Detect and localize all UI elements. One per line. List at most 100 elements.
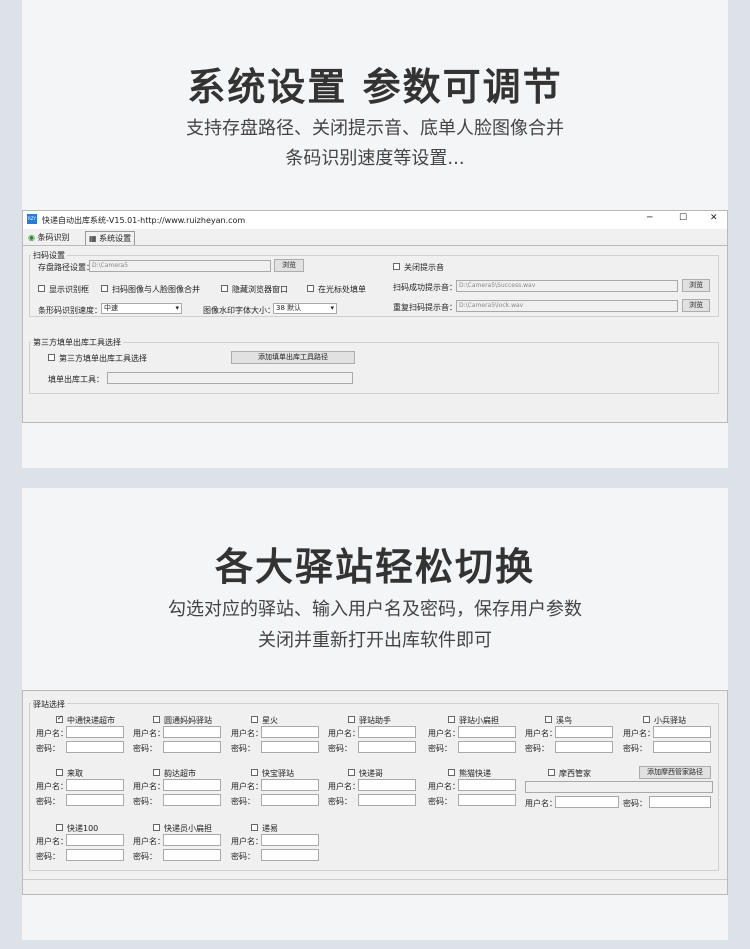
station-user-label: 用户名： (231, 729, 263, 738)
maximize-button[interactable]: ☐ (679, 213, 687, 223)
station-user-label: 用户名： (428, 729, 460, 738)
save-path-input[interactable]: D:\Camera5 (89, 260, 271, 272)
station-user-label: 用户名： (36, 729, 68, 738)
station-pwd-input[interactable] (66, 794, 124, 806)
station-pwd-input[interactable] (163, 849, 221, 861)
station-pwd-input[interactable] (261, 849, 319, 861)
settings-icon: ▦ (89, 234, 100, 243)
station-checkbox[interactable]: 圆通妈妈驿站 (153, 715, 212, 726)
station-user-label: 用户名： (36, 837, 68, 846)
station-user-input[interactable] (261, 779, 319, 791)
app-logo: RZY (27, 214, 37, 224)
status-bar (23, 879, 727, 880)
station-checkbox[interactable]: 递易 (251, 823, 278, 834)
station-user-input[interactable] (358, 726, 416, 738)
station-user-input[interactable] (163, 779, 221, 791)
station-pwd-input[interactable] (555, 741, 613, 753)
station-window: 驿站选择 中通快递超市用户名： 密码： 圆通妈妈驿站用户名： 密码： 星火用户名： 密码：… (22, 690, 728, 895)
third-tool-input[interactable] (107, 372, 353, 384)
success-tone-label: 扫码成功提示音： (393, 283, 457, 292)
mochi-pwd-input[interactable] (649, 796, 711, 808)
station-checkbox[interactable]: 小兵驿站 (643, 715, 686, 726)
settings-window: RZY 快递自动出库系统-V15.01-http://www.ruizheyan… (22, 210, 728, 423)
station-pwd-label: 密码： (36, 744, 60, 753)
tab-divider (23, 245, 727, 246)
station-checkbox[interactable]: 驿站小扁担 (448, 715, 499, 726)
station-user-input[interactable] (458, 726, 516, 738)
repeat-tone-browse-button[interactable]: 浏览 (682, 299, 710, 312)
repeat-tone-input[interactable]: D:\Camera5\lock.wav (456, 300, 678, 312)
station-user-label: 用户名： (133, 782, 165, 791)
station-user-input[interactable] (261, 834, 319, 846)
mochi-user-label: 用户名： (525, 799, 557, 808)
station-pwd-label: 密码： (133, 797, 157, 806)
station-pwd-input[interactable] (66, 849, 124, 861)
station-user-input[interactable] (163, 726, 221, 738)
save-path-browse-button[interactable]: 浏览 (274, 259, 304, 272)
station-user-input[interactable] (66, 834, 124, 846)
station-pwd-input[interactable] (261, 794, 319, 806)
station-user-label: 用户名： (133, 729, 165, 738)
station-checkbox[interactable]: 熊猫快递 (448, 768, 491, 779)
tab-settings[interactable]: ▦ 系统设置 (85, 231, 136, 245)
mochi-pwd-label: 密码： (623, 799, 647, 808)
station-checkbox[interactable]: 驿站助手 (348, 715, 391, 726)
close-tone-checkbox[interactable]: 关闭提示音 (393, 262, 444, 273)
station-pwd-input[interactable] (163, 741, 221, 753)
mochi-path-input[interactable] (525, 781, 713, 793)
success-tone-browse-button[interactable]: 浏览 (682, 279, 710, 292)
cursor-fill-checkbox[interactable]: 在光标处填单 (307, 284, 366, 295)
panel-subtitle-1: 支持存盘路径、关闭提示音、底单人脸图像合并 (186, 118, 564, 139)
merge-face-checkbox[interactable]: 扫码图像与人脸图像合并 (101, 284, 200, 295)
station-checkbox[interactable]: 来取 (56, 768, 83, 779)
station-user-input[interactable] (358, 779, 416, 791)
station-user-input[interactable] (163, 834, 221, 846)
minimize-button[interactable]: ─ (647, 213, 652, 223)
station-user-label: 用户名： (231, 837, 263, 846)
show-frame-checkbox[interactable]: 显示识别框 (38, 284, 89, 295)
mochi-checkbox[interactable]: 摩西管家 (548, 768, 591, 779)
station-pwd-input[interactable] (458, 794, 516, 806)
watermark-font-label: 图像水印字体大小： (203, 306, 275, 315)
station-checkbox[interactable]: 快宝驿站 (251, 768, 294, 779)
station-checkbox[interactable]: 韵达超市 (153, 768, 196, 779)
panel2-title: 各大驿站轻松切换 (214, 545, 535, 589)
close-button[interactable]: ✕ (710, 213, 718, 223)
window-title: 快递自动出库系统-V15.01-http://www.ruizheyan.com (42, 216, 246, 225)
station-pwd-input[interactable] (653, 741, 711, 753)
station-pwd-input[interactable] (163, 794, 221, 806)
station-checkbox[interactable]: 星火 (251, 715, 278, 726)
station-user-input[interactable] (653, 726, 711, 738)
station-user-label: 用户名： (328, 782, 360, 791)
station-checkbox[interactable]: 快递员小扁担 (153, 823, 212, 834)
station-pwd-input[interactable] (358, 741, 416, 753)
station-pwd-label: 密码： (133, 852, 157, 861)
mochi-user-input[interactable] (555, 796, 619, 808)
station-user-input[interactable] (66, 779, 124, 791)
third-party-checkbox[interactable]: 第三方填单出库工具选择 (48, 353, 147, 364)
station-checkbox[interactable]: 溪鸟 (545, 715, 572, 726)
station-user-input[interactable] (66, 726, 124, 738)
station-pwd-label: 密码： (623, 744, 647, 753)
tab-barcode-label: 条码识别 (37, 233, 70, 242)
station-user-input[interactable] (555, 726, 613, 738)
station-pwd-label: 密码： (231, 744, 255, 753)
station-pwd-input[interactable] (358, 794, 416, 806)
station-checkbox[interactable]: 快递100 (56, 823, 98, 834)
watermark-font-select[interactable]: 38 默认 (273, 303, 337, 314)
add-third-party-button[interactable]: 添加填单出库工具路径 (231, 351, 355, 364)
station-pwd-input[interactable] (458, 741, 516, 753)
station-pwd-input[interactable] (66, 741, 124, 753)
station-user-input[interactable] (458, 779, 516, 791)
tab-barcode[interactable]: ◉ 条码识别 (28, 232, 70, 243)
speed-select[interactable]: 中速 (101, 303, 182, 314)
station-checkbox[interactable]: 快递哥 (348, 768, 383, 779)
station-user-label: 用户名： (36, 782, 68, 791)
station-user-input[interactable] (261, 726, 319, 738)
repeat-tone-label: 重复扫码提示音： (393, 303, 457, 312)
station-pwd-input[interactable] (261, 741, 319, 753)
success-tone-input[interactable]: D:\Camera5\Success.wav (456, 280, 678, 292)
add-mochi-button[interactable]: 添加摩西管家路径 (639, 766, 711, 779)
hide-browser-checkbox[interactable]: 隐藏浏览器窗口 (221, 284, 288, 295)
station-checkbox[interactable]: 中通快递超市 (56, 714, 115, 726)
